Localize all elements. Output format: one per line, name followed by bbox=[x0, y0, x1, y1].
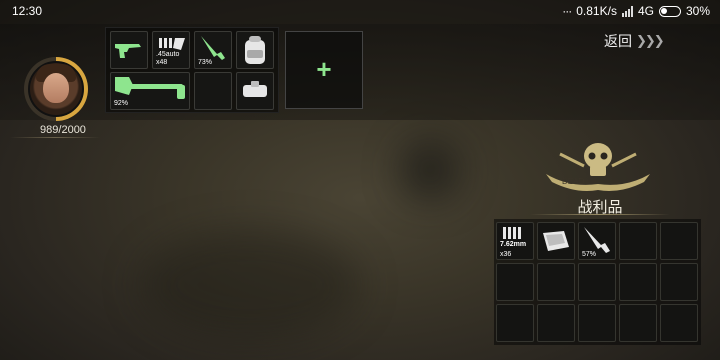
ammo-count: x36 bbox=[500, 251, 512, 258]
inventory-grid: .45auto x48 73% 92% bbox=[105, 27, 279, 113]
loot-slot-empty[interactable] bbox=[619, 263, 657, 301]
ammo-label: 7.62mm bbox=[500, 241, 527, 248]
axe-durability: 92% bbox=[114, 100, 129, 107]
back-label: 返回 bbox=[604, 33, 632, 49]
inventory-slot-pistol[interactable] bbox=[110, 31, 148, 69]
loot-grid: 7.62mm x36 57% bbox=[494, 219, 701, 345]
network-type: 4G bbox=[637, 4, 654, 18]
inventory-slot-knife[interactable]: 73% bbox=[194, 31, 232, 69]
loot-slot-empty[interactable] bbox=[619, 304, 657, 342]
inventory-slot-axe[interactable]: 92% bbox=[110, 72, 190, 110]
emblem-text: DEAD bbox=[562, 177, 584, 186]
loot-slot-empty[interactable] bbox=[578, 304, 616, 342]
backpack-icon bbox=[245, 36, 265, 64]
pistol-icon bbox=[115, 44, 141, 58]
inventory-slot-ammo[interactable]: .45auto x48 bbox=[152, 31, 190, 69]
loot-slot-empty[interactable] bbox=[496, 304, 534, 342]
inventory-slot-backpack[interactable] bbox=[236, 31, 274, 69]
loot-slot-knife[interactable]: 57% bbox=[578, 222, 616, 260]
divider bbox=[10, 137, 100, 138]
knife-durability: 57% bbox=[582, 251, 597, 258]
ammo-count: x48 bbox=[156, 59, 168, 66]
loot-slot-ammo[interactable]: 7.62mm x36 bbox=[496, 222, 534, 260]
ammo-label: .45auto bbox=[156, 51, 180, 58]
divider bbox=[530, 214, 670, 215]
signal-icon bbox=[621, 5, 633, 17]
loot-slot-empty[interactable] bbox=[496, 263, 534, 301]
chevron-right-icon: ❯❯❯ bbox=[636, 33, 665, 48]
inventory-slot-empty[interactable] bbox=[194, 72, 232, 110]
background-blur bbox=[140, 230, 360, 340]
hp-text: 989/2000 bbox=[40, 124, 86, 136]
loot-slot-empty[interactable] bbox=[537, 263, 575, 301]
bandage-icon bbox=[543, 231, 569, 251]
loot-slot-empty[interactable] bbox=[660, 304, 698, 342]
network-speed: 0.81K/s bbox=[576, 4, 617, 18]
status-time: 12:30 bbox=[12, 4, 43, 18]
loot-slot-bandage[interactable] bbox=[537, 222, 575, 260]
battery-icon bbox=[658, 5, 681, 17]
avatar-face bbox=[43, 73, 69, 103]
loot-slot-empty[interactable] bbox=[619, 222, 657, 260]
holster-icon bbox=[243, 81, 267, 97]
loot-slot-empty[interactable] bbox=[578, 263, 616, 301]
battery-percent: 30% bbox=[685, 4, 710, 18]
skull-emblem: DEAD bbox=[546, 143, 650, 191]
add-slot-button[interactable]: + bbox=[285, 31, 363, 109]
status-bar: 12:30 ··· 0.81K/s 4G 30% bbox=[0, 0, 720, 24]
plus-icon: + bbox=[316, 54, 332, 84]
background-blur bbox=[400, 140, 460, 200]
loot-slot-empty[interactable] bbox=[660, 222, 698, 260]
loot-slot-empty[interactable] bbox=[660, 263, 698, 301]
ellipsis-icon: ··· bbox=[562, 4, 572, 18]
loot-slot-empty[interactable] bbox=[537, 304, 575, 342]
knife-durability: 73% bbox=[198, 59, 213, 66]
inventory-slot-holster[interactable] bbox=[236, 72, 274, 110]
back-button[interactable]: 返回 ❯❯❯ bbox=[604, 31, 665, 51]
